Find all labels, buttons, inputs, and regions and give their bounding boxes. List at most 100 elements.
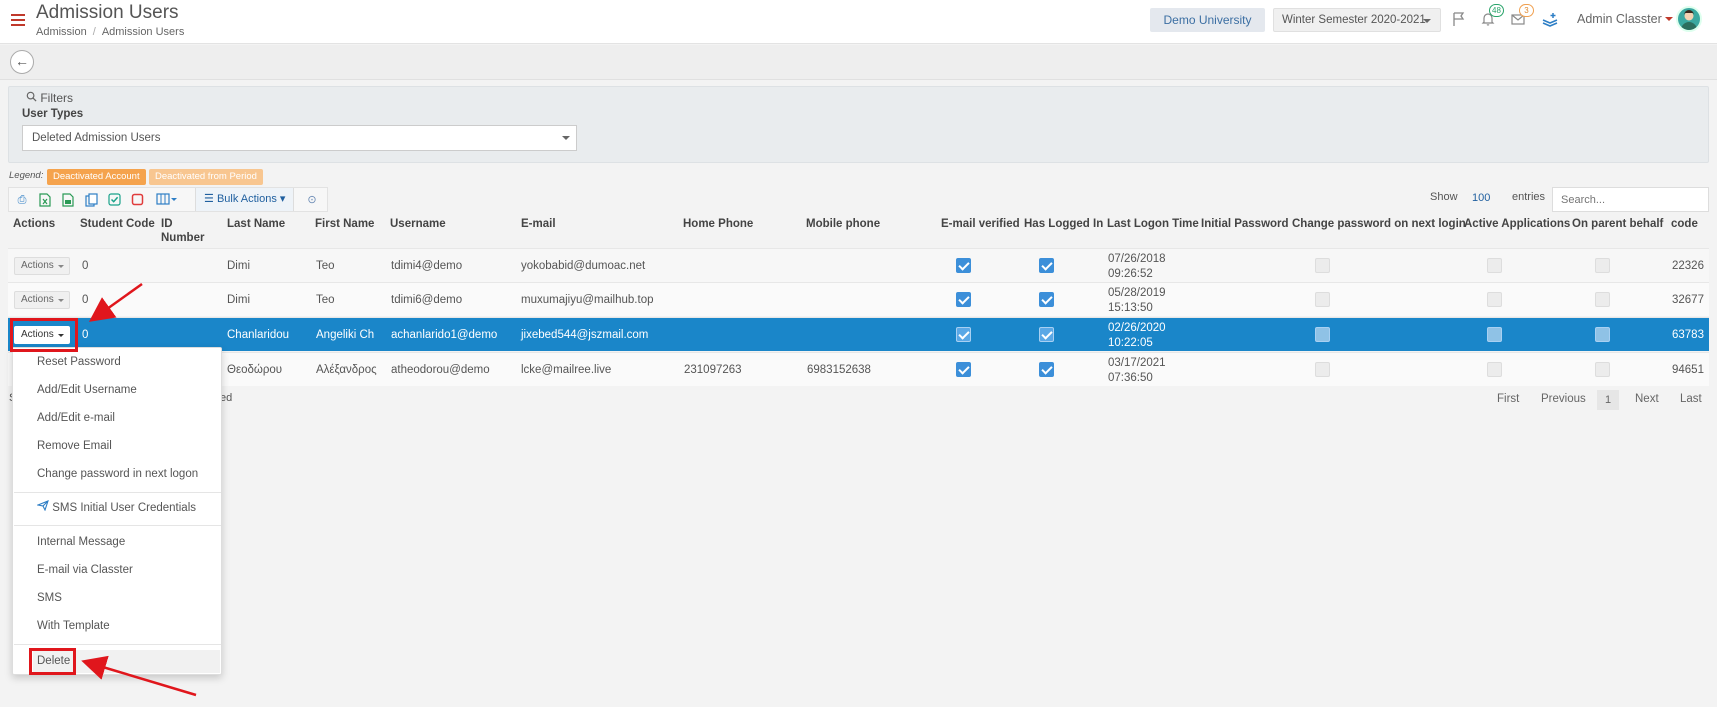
- table-toolbar: ⎙ ☰ Bulk Actions ▾ ⊙: [8, 187, 328, 212]
- flag-icon[interactable]: [1451, 11, 1469, 29]
- col-email[interactable]: E-mail: [521, 217, 556, 231]
- menu-divider: [14, 492, 221, 493]
- notification-badge: 48: [1489, 4, 1504, 17]
- row-actions-button[interactable]: Actions: [14, 257, 70, 275]
- menu-reset-password[interactable]: Reset Password: [37, 354, 121, 370]
- check-all-icon[interactable]: [107, 193, 121, 207]
- cell-last-logon: 07/26/2018 09:26:52: [1108, 252, 1166, 282]
- cell-code: 94651: [1672, 364, 1704, 376]
- active-applications-checkbox[interactable]: [1487, 327, 1502, 342]
- col-active-applications[interactable]: Active Applications: [1464, 217, 1570, 231]
- csv-icon[interactable]: [61, 193, 75, 207]
- logon-time: 07:36:50: [1108, 372, 1153, 384]
- change-password-checkbox[interactable]: [1315, 327, 1330, 342]
- semester-dropdown[interactable]: Winter Semester 2020-2021: [1273, 8, 1441, 32]
- menu-edit-username[interactable]: Add/Edit Username: [37, 382, 137, 398]
- chevron-down-icon[interactable]: [1665, 17, 1673, 21]
- copy-icon[interactable]: [84, 193, 98, 207]
- on-parent-behalf-checkbox[interactable]: [1595, 327, 1610, 342]
- email-verified-checkbox[interactable]: [956, 292, 971, 307]
- has-logged-in-checkbox[interactable]: [1039, 292, 1054, 307]
- breadcrumb-admission[interactable]: Admission: [36, 26, 87, 38]
- on-parent-behalf-checkbox[interactable]: [1595, 292, 1610, 307]
- breadcrumb-admission-users[interactable]: Admission Users: [102, 26, 185, 38]
- col-first-name[interactable]: First Name: [315, 217, 374, 231]
- pager-page-1[interactable]: 1: [1597, 390, 1619, 410]
- pager-previous[interactable]: Previous: [1541, 393, 1586, 405]
- table-row[interactable]: Actions 0 Dimi Teo tdimi6@demo muxumajiy…: [8, 282, 1709, 316]
- menu-internal-message[interactable]: Internal Message: [37, 534, 125, 550]
- has-logged-in-checkbox[interactable]: [1039, 362, 1054, 377]
- email-verified-checkbox[interactable]: [956, 327, 971, 342]
- filters-label: Filters: [40, 91, 74, 105]
- col-actions[interactable]: Actions: [13, 217, 55, 231]
- pager-first[interactable]: First: [1497, 393, 1519, 405]
- col-last-logon-time[interactable]: Last Logon Time: [1107, 217, 1199, 231]
- pager-last[interactable]: Last: [1680, 393, 1702, 405]
- row-actions-button[interactable]: Actions: [14, 291, 70, 309]
- col-mobile-phone[interactable]: Mobile phone: [806, 217, 880, 231]
- col-email-verified[interactable]: E-mail verified: [941, 217, 1020, 231]
- change-password-checkbox[interactable]: [1315, 292, 1330, 307]
- col-has-logged-in[interactable]: Has Logged In: [1024, 217, 1103, 231]
- col-on-parent-behalf[interactable]: On parent behalf: [1572, 217, 1663, 231]
- col-last-name[interactable]: Last Name: [227, 217, 285, 231]
- page-size-select[interactable]: 100: [1472, 192, 1490, 204]
- email-verified-checkbox[interactable]: [956, 258, 971, 273]
- active-applications-checkbox[interactable]: [1487, 292, 1502, 307]
- user-types-select[interactable]: Deleted Admission Users: [22, 125, 577, 151]
- active-applications-checkbox[interactable]: [1487, 362, 1502, 377]
- envelope-icon[interactable]: 3: [1510, 4, 1534, 29]
- hamburger-menu-icon[interactable]: [11, 14, 25, 26]
- table-row[interactable]: Θεοδώρου Αλέξανδρος atheodorou@demo lcke…: [8, 352, 1709, 386]
- excel-icon[interactable]: [38, 193, 52, 207]
- filters-title[interactable]: Filters: [26, 91, 73, 105]
- chevron-down-icon: [58, 265, 64, 268]
- col-student-code[interactable]: Student Code: [80, 217, 155, 231]
- uncheck-all-icon[interactable]: [130, 193, 144, 207]
- change-password-checkbox[interactable]: [1315, 362, 1330, 377]
- col-change-password[interactable]: Change password on next login: [1292, 217, 1466, 231]
- table-row-selected[interactable]: Actions 0 Chanlaridou Angeliki Ch achanl…: [8, 317, 1709, 351]
- menu-change-password[interactable]: Change password in next logon: [37, 466, 198, 482]
- active-applications-checkbox[interactable]: [1487, 258, 1502, 273]
- has-logged-in-checkbox[interactable]: [1039, 327, 1054, 342]
- col-initial-password[interactable]: Initial Password: [1201, 217, 1289, 231]
- change-password-checkbox[interactable]: [1315, 258, 1330, 273]
- bell-icon[interactable]: 48: [1480, 4, 1504, 29]
- logon-date: 07/26/2018: [1108, 253, 1166, 265]
- menu-sms[interactable]: SMS: [37, 590, 62, 606]
- bulk-actions-button[interactable]: ☰ Bulk Actions ▾: [195, 188, 295, 211]
- on-parent-behalf-checkbox[interactable]: [1595, 362, 1610, 377]
- email-verified-checkbox[interactable]: [956, 362, 971, 377]
- col-home-phone[interactable]: Home Phone: [683, 217, 753, 231]
- highlight-actions-box: [10, 318, 78, 352]
- columns-icon[interactable]: [155, 193, 179, 207]
- col-id-number[interactable]: ID Number: [161, 217, 204, 245]
- menu-email-via-classter[interactable]: E-mail via Classter: [37, 562, 133, 578]
- compress-icon[interactable]: ⊙: [305, 193, 319, 207]
- legend-label: Legend:: [9, 170, 44, 181]
- user-name[interactable]: Admin Classter: [1577, 12, 1662, 26]
- cell-mobile-phone: 6983152638: [807, 364, 871, 376]
- university-button[interactable]: Demo University: [1150, 8, 1265, 32]
- avatar[interactable]: [1676, 6, 1702, 32]
- search-input[interactable]: [1552, 187, 1709, 212]
- cell-email: yokobabid@dumoac.net: [521, 260, 646, 272]
- cell-code: 63783: [1672, 329, 1704, 341]
- col-username[interactable]: Username: [390, 217, 446, 231]
- print-icon[interactable]: ⎙: [15, 193, 29, 207]
- menu-edit-email[interactable]: Add/Edit e-mail: [37, 410, 115, 426]
- menu-remove-email[interactable]: Remove Email: [37, 438, 112, 454]
- table-row[interactable]: Actions 0 Dimi Teo tdimi4@demo yokobabid…: [8, 248, 1709, 282]
- logon-time: 10:22:05: [1108, 337, 1153, 349]
- cell-last-name: Θεοδώρου: [227, 364, 283, 376]
- layers-icon[interactable]: [1541, 11, 1559, 29]
- menu-sms-credentials[interactable]: SMS Initial User Credentials: [36, 500, 196, 516]
- has-logged-in-checkbox[interactable]: [1039, 258, 1054, 273]
- col-code[interactable]: code: [1671, 217, 1698, 231]
- menu-with-template[interactable]: With Template: [37, 618, 110, 634]
- pager-next[interactable]: Next: [1635, 393, 1659, 405]
- back-arrow-icon[interactable]: ←: [10, 50, 34, 74]
- on-parent-behalf-checkbox[interactable]: [1595, 258, 1610, 273]
